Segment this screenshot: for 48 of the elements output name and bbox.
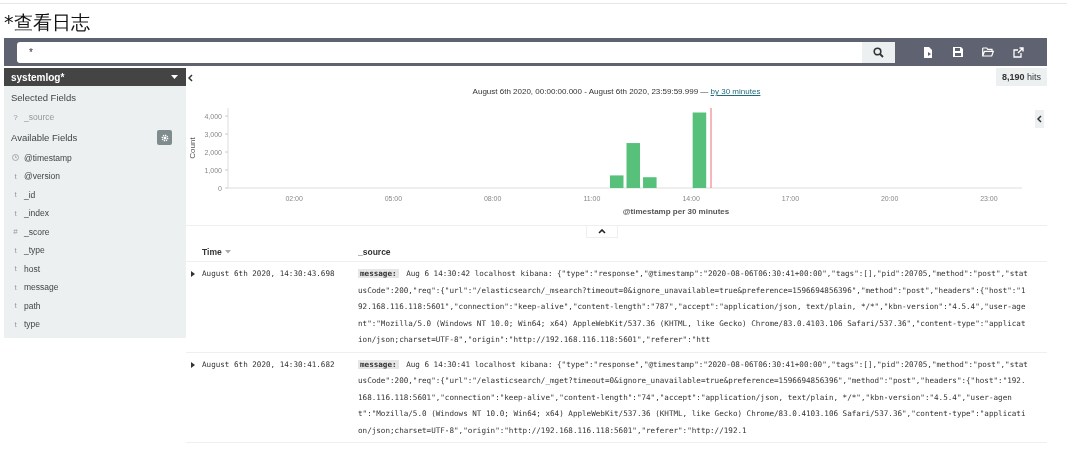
clock-icon <box>12 154 19 162</box>
search-field[interactable]: * <box>17 41 862 63</box>
time-range-text: August 6th 2020, 00:00:00.000 - August 6th 2020, 23:59:59.999 — <box>472 87 709 96</box>
index-pattern-name: systemlog* <box>11 71 65 83</box>
field-name[interactable]: message <box>24 282 59 293</box>
x-axis-label: @timestamp per 30 minutes <box>622 207 730 216</box>
search-button[interactable] <box>862 41 895 63</box>
collapse-sidebar-button[interactable] <box>186 72 194 84</box>
settings-icon <box>160 133 169 142</box>
field-name[interactable]: host <box>24 263 41 274</box>
hits-count: 8,190 hits <box>995 68 1047 86</box>
field-name[interactable]: type <box>24 319 41 330</box>
field-name[interactable]: _score <box>24 226 50 237</box>
field-name[interactable]: _index <box>24 208 50 219</box>
section-heading: Available Fields <box>11 132 78 143</box>
field-name[interactable]: @version <box>24 171 61 182</box>
external-link-icon <box>1012 46 1024 58</box>
caret-down-icon <box>171 75 178 79</box>
expand-panel-button[interactable] <box>1035 110 1044 128</box>
field-type-glyph: # <box>12 227 19 237</box>
column-header[interactable]: _source <box>358 247 391 257</box>
chevron-left-icon <box>1037 115 1042 123</box>
chevron-up-icon <box>597 229 606 234</box>
y-axis-label: Count <box>188 137 197 159</box>
page-title: *查看日志 <box>4 10 90 35</box>
document-icon <box>923 46 933 58</box>
field-name[interactable]: _id <box>24 189 36 200</box>
collapse-chart-button[interactable] <box>585 226 618 238</box>
field-type-glyph: t <box>13 301 18 311</box>
field-type-glyph: ? <box>12 112 19 122</box>
field-type-glyph: t <box>13 264 18 274</box>
search-icon <box>873 46 884 58</box>
folder-icon <box>982 47 994 57</box>
field-name[interactable]: _type <box>24 245 45 256</box>
field-type-glyph: t <box>13 208 18 218</box>
column-header[interactable]: Time <box>202 247 231 257</box>
field-type-glyph: t <box>13 190 18 200</box>
index-pattern-selector[interactable]: systemlog* <box>4 68 186 86</box>
settings-button[interactable] <box>157 130 172 145</box>
interval-link[interactable]: by 30 minutes <box>710 87 761 96</box>
field-type-glyph: t <box>13 282 18 292</box>
section-heading: Selected Fields <box>11 91 76 103</box>
field-type-glyph: t <box>13 245 18 255</box>
chevron-left-icon <box>187 74 193 82</box>
field-type-glyph: t <box>13 319 18 329</box>
field-type-glyph: t <box>13 171 18 181</box>
field-name[interactable]: path <box>24 300 41 311</box>
field-name[interactable]: @timestamp <box>24 152 72 163</box>
